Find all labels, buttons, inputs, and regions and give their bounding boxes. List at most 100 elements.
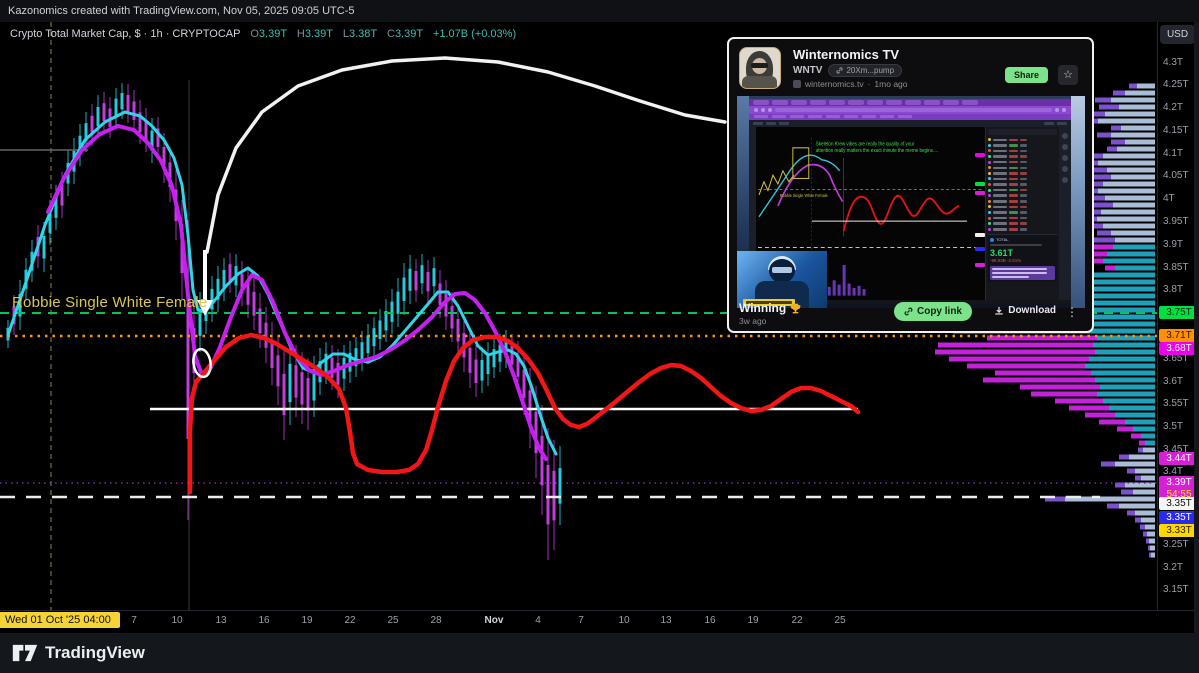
profile-row-tip [938,342,1093,348]
profile-row [1101,209,1155,215]
card-footer: Winning 3w ago Copy link Download ⋮ [739,301,1084,326]
price-badge: 3.75T [1159,306,1199,319]
profile-row [1117,146,1155,152]
tradingview-screenshot: Kazonomics created with TradingView.com,… [0,0,1199,673]
profile-row-tip [1143,531,1147,537]
profile-row [1141,517,1155,523]
download-button[interactable]: Download [994,305,1056,316]
price-label: 4.05T [1163,170,1189,181]
profile-row-tip [1131,433,1141,439]
posted-age: 1mo ago [874,79,908,89]
profile-row-tip [1069,405,1109,411]
candle-body [396,291,400,314]
profile-row-tip [1101,461,1115,467]
more-options-button[interactable]: ⋮ [1066,303,1078,321]
tradingview-logo[interactable]: TradingView [12,642,145,664]
candle-body [114,98,118,116]
profile-row-tip [967,363,1085,369]
time-tick: 13 [215,615,227,626]
price-label: 4.2T [1163,102,1184,113]
price-badge: 3.33T [1159,524,1199,537]
profile-row [1111,97,1155,103]
candle-body [102,103,106,122]
profile-row-tip [1085,412,1115,418]
candle-body [444,294,448,317]
channel-handle: WNTV [793,65,823,76]
time-tick: 16 [704,615,716,626]
profile-row-tip [1111,139,1125,145]
candle-body [42,236,46,259]
video-thumbnail[interactable]: Skeleton Krew vibes are really the quali… [737,96,1085,308]
stream-annotation-line1: Skeleton Krew vibes are really the quali… [816,141,915,147]
candle-body [450,306,454,329]
price-label: 3.6T [1163,376,1184,387]
mini-watchlist: TOTAL 3.61T -98.03B -2.61% [985,127,1059,300]
profile-row [1105,111,1155,117]
candle-body [414,271,418,291]
profile-row [1115,237,1155,243]
candle-body [312,373,316,401]
token-badge[interactable]: 20Xm...pump [828,64,903,77]
white-arc [205,56,727,254]
profile-row-tip [1113,90,1125,96]
candle-body [300,372,304,405]
price-label: 3.55T [1163,398,1189,409]
profile-row-tip [1020,384,1100,390]
profile-row [1125,90,1155,96]
favorite-star-button[interactable]: ☆ [1058,65,1078,85]
profile-row [1133,426,1155,432]
profile-row-tip [1146,538,1149,544]
profile-row [1125,419,1155,425]
price-label: 3.2T [1163,562,1184,573]
profile-row [1111,132,1155,138]
price-axis[interactable]: USD 4.3T 4.25T 4.2T 4.15T 4.1T 4.05T 4T 3.95T 3.… [1157,22,1199,610]
profile-row-tip [1105,265,1115,271]
desktop-wallpaper-right [1071,96,1085,308]
candle-body [558,468,562,504]
channel-site[interactable]: winternomics.tv [805,79,864,89]
profile-row-tip [1107,503,1119,509]
price-label: 3.8T [1163,284,1184,295]
price-label: 4.15T [1163,125,1189,136]
profile-row-tip [1111,125,1121,131]
mini-total-value: 3.61T [990,248,1014,259]
low-value: 3.38T [348,28,377,40]
trophy-icon [790,303,801,313]
profile-row [1135,510,1155,516]
candle-body [390,301,394,322]
video-share-card: Winternomics TV WNTV 20Xm...pump wintern… [727,37,1094,333]
profile-row [1093,342,1155,348]
mini-right-rail [1059,127,1071,300]
price-badge: 3.44T [1159,452,1199,465]
candle-body [288,363,292,403]
channel-avatar[interactable] [739,47,781,89]
profile-row [1103,181,1155,187]
profile-row-tip [995,370,1091,376]
candle-body [132,101,136,120]
footer-bar: TradingView [0,633,1199,673]
mini-notification [990,266,1055,281]
chain-link-icon [904,307,913,316]
time-tick: 10 [618,615,630,626]
webcam-overlay [737,251,827,308]
profile-row-tip [1140,524,1145,530]
profile-row [1121,125,1155,131]
total-symbol-icon [990,237,994,242]
price-label: 3.9T [1163,239,1184,250]
symbol-legend[interactable]: Crypto Total Market Cap, $ · 1h · CRYPTO… [10,28,516,40]
profile-row [1125,139,1155,145]
channel-name[interactable]: Winternomics TV [793,47,899,62]
copy-link-button[interactable]: Copy link [893,302,972,321]
profile-row-tip [1093,167,1107,173]
profile-row-tip [1138,447,1143,453]
price-badge: 3.35T [1159,497,1199,510]
candle-body [336,362,340,385]
profile-row [1115,461,1155,467]
price-label: 3.25T [1163,539,1189,550]
symbol-title[interactable]: Crypto Total Market Cap, $ · 1h · CRYPTO… [10,28,240,40]
currency-toggle-button[interactable]: USD [1160,25,1195,44]
attribution-bar: Kazonomics created with TradingView.com,… [0,0,1199,22]
share-button[interactable]: Share [1004,67,1048,83]
profile-row-tip [1093,244,1113,250]
time-axis[interactable]: Wed 01 Oct '25 04:00 7 10 13 16 19 22 25 28 Nov 4… [0,610,1199,633]
